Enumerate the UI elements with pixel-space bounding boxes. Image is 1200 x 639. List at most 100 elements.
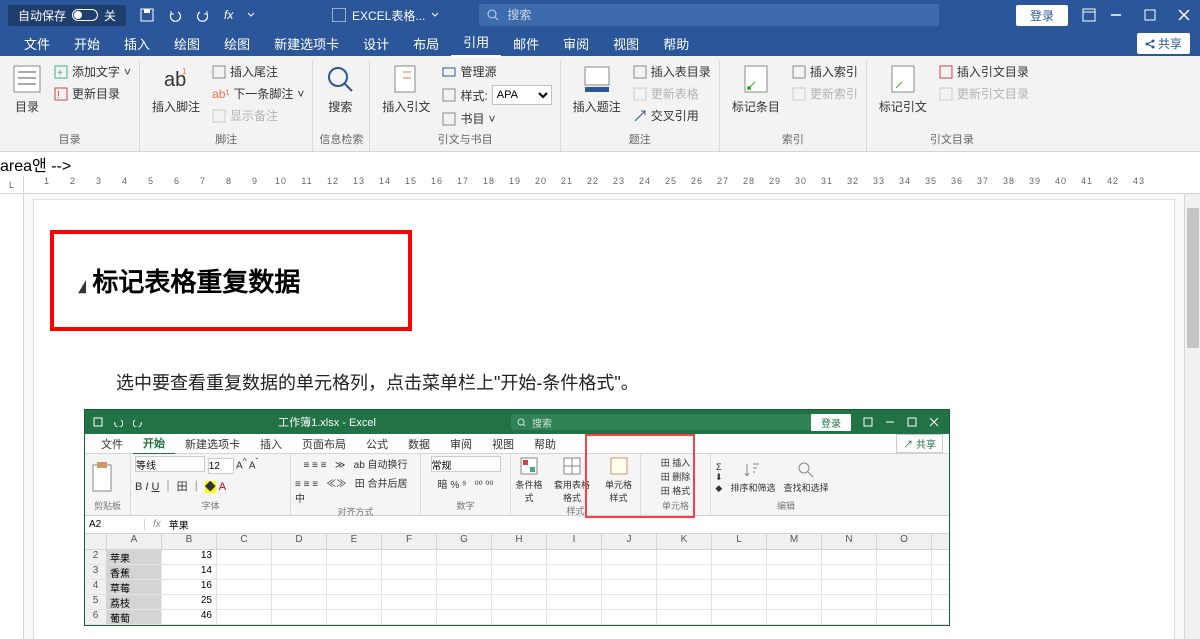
- excel-search-box: 搜索: [511, 414, 811, 430]
- ribbon-group-citation: 插入引文 管理源 样式: APA 书目 ˅ 引文与书目: [370, 60, 560, 151]
- excel-paste-icon: [89, 461, 115, 495]
- style-select[interactable]: APA: [492, 85, 552, 105]
- toc-button[interactable]: 目录: [6, 62, 48, 117]
- toc-icon: [12, 64, 42, 94]
- update-index-icon: [792, 87, 806, 101]
- excel-tab: 新建选项卡: [175, 434, 250, 454]
- excel-font-name: [135, 456, 205, 472]
- redo-icon[interactable]: [196, 8, 210, 22]
- tab-help[interactable]: 帮助: [651, 30, 701, 57]
- document-heading: ◢标记表格重复数据: [76, 262, 386, 299]
- excel-ribbon: 剪贴板 A^ Aˇ B I U ｜ 田 ｜ ◆ A 字体 ≡ ≡ ≡ ≫ ab …: [85, 454, 949, 516]
- ribbon-group-research: 搜索 信息检索: [313, 60, 370, 151]
- tab-newtab[interactable]: 新建选项卡: [262, 30, 351, 57]
- chevron-down-icon: [431, 11, 439, 19]
- vertical-scrollbar-thumb[interactable]: [1187, 208, 1199, 348]
- tab-draw1[interactable]: 绘图: [162, 30, 212, 57]
- next-footnote-button[interactable]: ab¹ 下一条脚注 ˅: [210, 84, 306, 103]
- excel-login-button: 登录: [811, 414, 851, 431]
- ribbon-display-icon[interactable]: [1082, 8, 1096, 22]
- research-search-icon: [325, 64, 355, 94]
- biblio-icon: [442, 112, 456, 126]
- add-text-button[interactable]: +添加文字 ˅: [52, 62, 133, 81]
- tab-references[interactable]: 引用: [451, 28, 501, 58]
- horizontal-ruler[interactable]: 1234567891011121314151617181920212223242…: [24, 176, 1200, 193]
- autosave-state: 关: [104, 7, 116, 24]
- show-notes-icon: [212, 109, 226, 123]
- search-box[interactable]: [479, 4, 939, 26]
- style-icon: [442, 88, 456, 102]
- embedded-excel-screenshot: 工作簿1.xlsx - Excel 搜索 登录 文件开始: [84, 409, 950, 626]
- document-title[interactable]: EXCEL表格...: [332, 7, 439, 24]
- cell-style-icon: [609, 456, 629, 476]
- excel-cell-ref: A2: [85, 519, 145, 530]
- tab-file[interactable]: 文件: [12, 30, 62, 57]
- excel-tab: 数据: [398, 434, 440, 454]
- maximize-icon[interactable]: [1144, 9, 1156, 21]
- caption-icon: [582, 64, 612, 94]
- undo-icon[interactable]: [168, 8, 182, 22]
- group-label-index: 索引: [726, 131, 860, 149]
- close-icon[interactable]: [1178, 9, 1190, 21]
- qat-dropdown-icon[interactable]: [247, 8, 255, 22]
- svg-text:+: +: [57, 68, 63, 79]
- vertical-ruler[interactable]: [0, 194, 24, 639]
- tab-view[interactable]: 视图: [601, 30, 651, 57]
- find-icon: [797, 461, 815, 479]
- tab-review[interactable]: 审阅: [551, 30, 601, 57]
- mark-entry-button[interactable]: 标记条目: [726, 62, 786, 117]
- tab-draw2[interactable]: 绘图: [212, 30, 262, 57]
- update-index-button: 更新索引: [790, 84, 860, 103]
- tab-home[interactable]: 开始: [62, 30, 112, 57]
- search-icon: [487, 9, 499, 21]
- minimize-icon[interactable]: [1110, 9, 1122, 21]
- manage-sources-button[interactable]: 管理源: [440, 62, 553, 81]
- vertical-scrollbar[interactable]: [1184, 194, 1200, 639]
- save-icon[interactable]: [140, 8, 154, 22]
- cond-fmt-icon: [519, 456, 539, 476]
- citation-style-selector[interactable]: 样式: APA: [440, 84, 553, 106]
- ribbon-group-footnote: ab1 插入脚注 插入尾注 ab¹ 下一条脚注 ˅ 显示备注 脚注: [140, 60, 313, 151]
- autosave-toggle[interactable]: 自动保存 关: [8, 5, 126, 26]
- excel-ribbon-display-icon: [863, 417, 873, 427]
- update-toc-button[interactable]: !更新目录: [52, 84, 133, 103]
- tab-layout[interactable]: 布局: [401, 30, 451, 57]
- excel-maximize-icon: [907, 417, 917, 427]
- share-button[interactable]: 共享: [1137, 33, 1190, 54]
- insert-endnote-button[interactable]: 插入尾注: [210, 62, 306, 81]
- insert-citation-button[interactable]: 插入引文: [376, 62, 436, 117]
- excel-grid: ABCDEFGHIJKLMNO 2苹果133香蕉144草莓165荔枝256葡萄4…: [85, 534, 949, 625]
- insert-toa-icon: [939, 65, 953, 79]
- research-search-button[interactable]: 搜索: [319, 62, 361, 117]
- tab-design[interactable]: 设计: [351, 30, 401, 57]
- tab-mail[interactable]: 邮件: [501, 30, 551, 57]
- insert-toa-button[interactable]: 插入引文目录: [937, 62, 1031, 81]
- excel-number-format: [431, 456, 501, 472]
- excel-conditional-format-button: 条件格式: [515, 456, 543, 504]
- group-label-footnote: 脚注: [146, 131, 306, 149]
- fx-icon[interactable]: fx: [224, 8, 233, 22]
- tab-insert[interactable]: 插入: [112, 30, 162, 57]
- insert-index-button[interactable]: 插入索引: [790, 62, 860, 81]
- ribbon: 目录 +添加文字 ˅ !更新目录 目录 ab1 插入脚注 插入尾注 ab¹ 下一…: [0, 56, 1200, 152]
- sources-icon: [442, 65, 456, 79]
- collapse-marker-icon[interactable]: ◢: [78, 276, 85, 296]
- group-label-toa: 引文目录: [873, 131, 1031, 149]
- update-toa-button: 更新引文目录: [937, 84, 1031, 103]
- cross-reference-button[interactable]: 交叉引用: [631, 106, 713, 125]
- group-label-research: 信息检索: [319, 131, 363, 149]
- insert-footnote-button[interactable]: ab1 插入脚注: [146, 62, 206, 117]
- excel-formula-bar: A2 fx 苹果: [85, 516, 949, 534]
- mark-citation-button[interactable]: 标记引文: [873, 62, 933, 117]
- add-text-icon: +: [54, 65, 68, 79]
- document-scroll-area[interactable]: ◢标记表格重复数据 选中要查看重复数据的单元格列，点击菜单栏上"开始-条件格式"…: [24, 194, 1184, 639]
- insert-caption-button[interactable]: 插入题注: [567, 62, 627, 117]
- login-button[interactable]: 登录: [1016, 5, 1068, 26]
- excel-formula-value: 苹果: [169, 517, 189, 532]
- excel-tab: 视图: [482, 434, 524, 454]
- excel-title-bar: 工作簿1.xlsx - Excel 搜索 登录: [85, 410, 949, 434]
- insert-tof-button[interactable]: 插入表目录: [631, 62, 713, 81]
- bibliography-button[interactable]: 书目 ˅: [440, 109, 553, 128]
- search-input[interactable]: [507, 8, 931, 22]
- citation-icon: [391, 64, 421, 94]
